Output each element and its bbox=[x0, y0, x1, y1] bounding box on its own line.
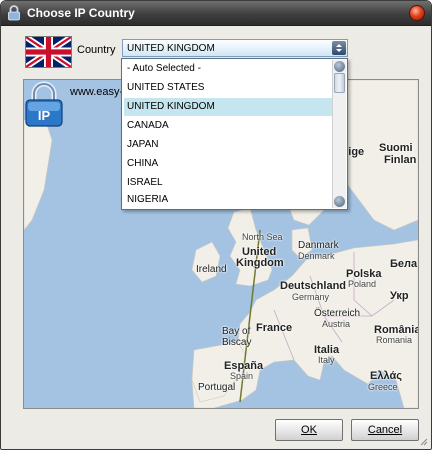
dropdown-arrows-icon[interactable] bbox=[332, 41, 346, 55]
map-label-belarus: Бела bbox=[390, 258, 418, 270]
cancel-button[interactable]: Cancel bbox=[351, 419, 419, 441]
map-label-germany: Germany bbox=[292, 292, 330, 302]
map-label-finland: Finlan bbox=[384, 154, 417, 166]
title-bar[interactable]: Choose IP Country bbox=[1, 1, 431, 26]
map-label-ellas: Ελλάς bbox=[370, 370, 402, 382]
close-button[interactable] bbox=[409, 5, 425, 21]
dropdown-option[interactable]: CHINA bbox=[124, 155, 332, 173]
dialog-window: Choose IP Country Country UNITED KINGDOM bbox=[0, 0, 432, 450]
country-select-value: UNITED KINGDOM bbox=[127, 43, 215, 54]
map-label-romania-en: Romania bbox=[376, 335, 413, 345]
dropdown-option-selected[interactable]: UNITED KINGDOM bbox=[124, 98, 332, 116]
lock-icon bbox=[8, 5, 20, 21]
dropdown-option[interactable]: NIGERIA bbox=[124, 193, 332, 207]
map-label-kingdom: Kingdom bbox=[236, 257, 284, 269]
dropdown-option[interactable]: - Auto Selected - bbox=[124, 60, 332, 78]
map-label-danmark: Danmark bbox=[298, 240, 339, 251]
dropdown-option[interactable]: UNITED STATES bbox=[124, 79, 332, 97]
ip-lock-icon: IP bbox=[25, 81, 63, 127]
dropdown-option[interactable]: ISRAEL bbox=[124, 174, 332, 192]
map-label-deutschland: Deutschland bbox=[280, 280, 347, 292]
resize-grip-icon[interactable] bbox=[420, 438, 428, 446]
map-label-ireland: Ireland bbox=[196, 264, 227, 275]
map-label-ukraine: Укр bbox=[390, 290, 409, 302]
ok-button-label: OK bbox=[301, 424, 317, 436]
map-label-suomi: Suomi bbox=[379, 142, 413, 154]
map-label-osterreich: Österreich bbox=[314, 308, 361, 319]
map-label-north-sea: North Sea bbox=[242, 232, 283, 242]
country-select[interactable]: UNITED KINGDOM bbox=[122, 39, 348, 57]
map-label-greece: Greece bbox=[368, 382, 398, 392]
map-watermark: www.easy- bbox=[70, 86, 124, 98]
uk-flag-icon bbox=[25, 36, 72, 68]
map-label-spain: Spain bbox=[230, 371, 254, 381]
scrollbar-thumb[interactable] bbox=[334, 73, 345, 93]
dropdown-option[interactable]: CANADA bbox=[124, 117, 332, 135]
map-label-france: France bbox=[256, 322, 293, 334]
ok-button[interactable]: OK bbox=[275, 419, 343, 441]
ip-badge-text: IP bbox=[38, 108, 51, 123]
cancel-button-label: Cancel bbox=[367, 424, 403, 436]
map-label-bay: Bay of bbox=[222, 326, 251, 337]
dropdown-option[interactable]: JAPAN bbox=[124, 136, 332, 154]
country-dropdown-list[interactable]: - Auto Selected - UNITED STATES UNITED K… bbox=[121, 58, 348, 210]
scroll-down-button[interactable] bbox=[334, 196, 345, 207]
map-label-italy: Italy bbox=[318, 355, 335, 365]
map-label-biscay: Biscay bbox=[222, 337, 252, 348]
scroll-up-button[interactable] bbox=[334, 61, 345, 72]
map-label-portugal: Portugal bbox=[198, 382, 236, 393]
map-label-poland: Poland bbox=[348, 279, 377, 289]
dropdown-scrollbar[interactable] bbox=[332, 60, 346, 208]
window-title: Choose IP Country bbox=[27, 6, 135, 20]
map-label-denmark: Denmark bbox=[298, 251, 335, 261]
map-label-austria: Austria bbox=[322, 319, 351, 329]
country-label: Country bbox=[77, 44, 116, 56]
